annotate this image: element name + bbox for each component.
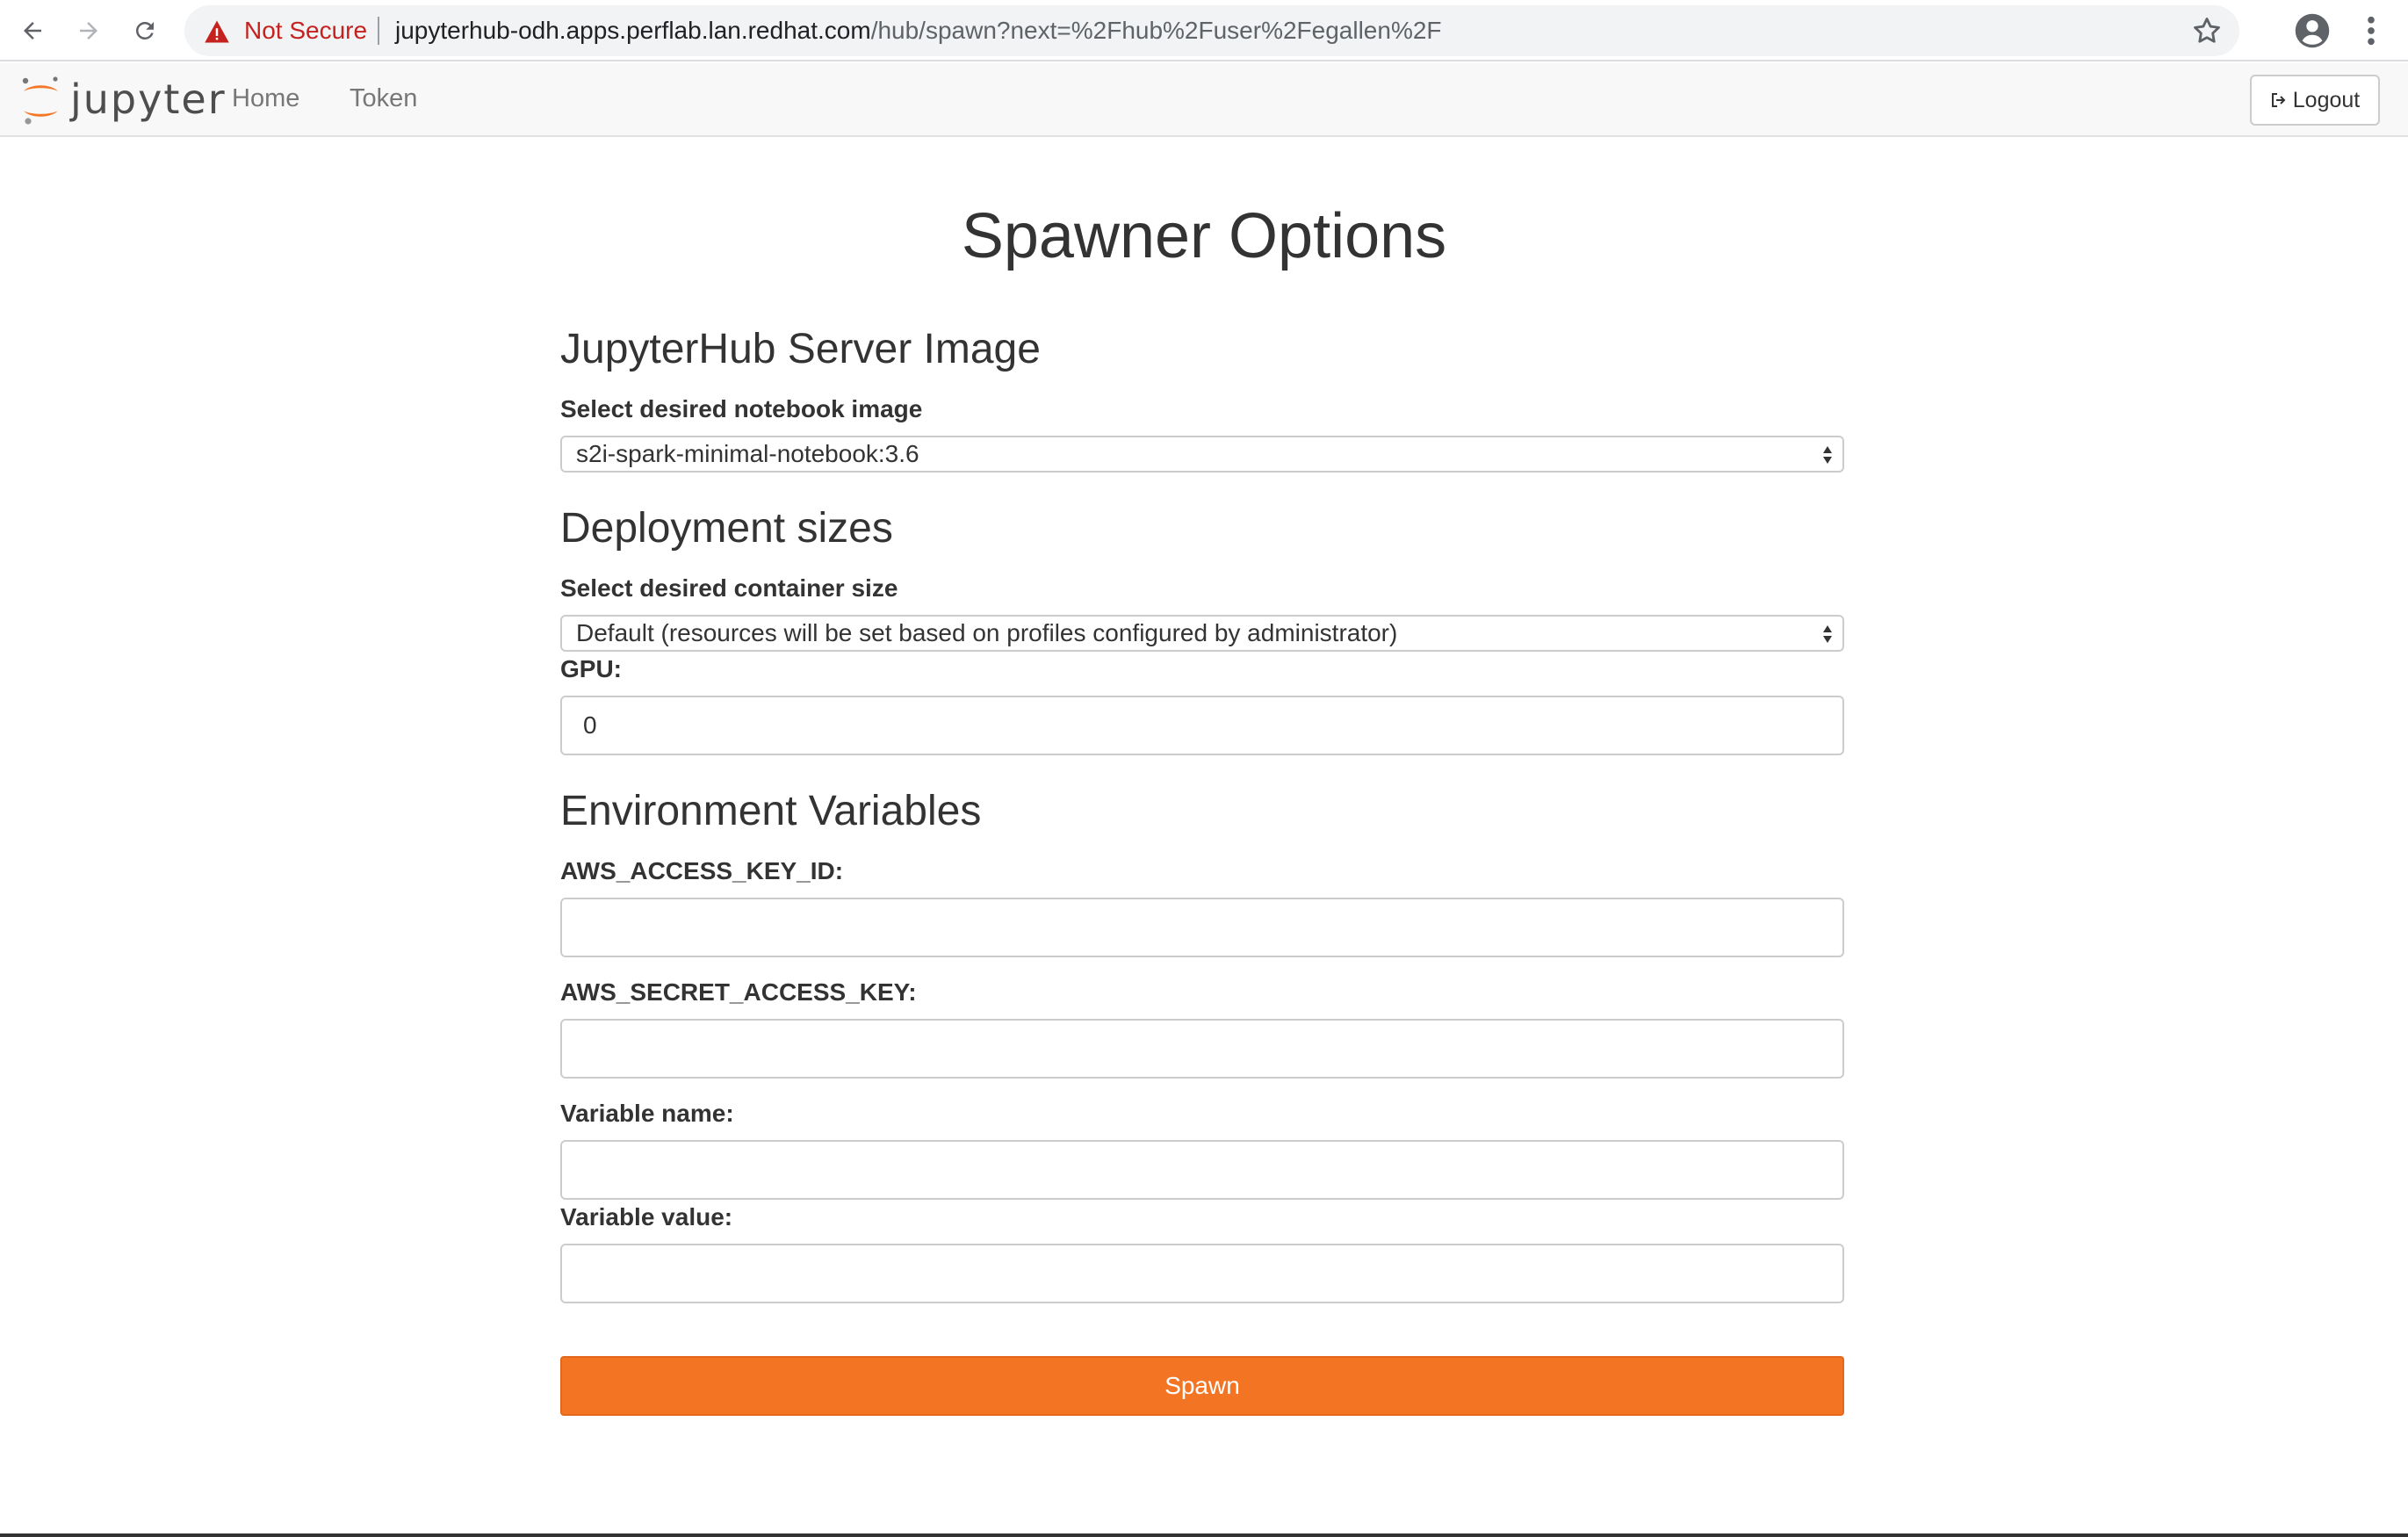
- notebook-image-select[interactable]: s2i-spark-minimal-notebook:3.6: [560, 436, 1844, 473]
- variable-name-label: Variable name:: [560, 1100, 734, 1127]
- container-size-selected: Default (resources will be set based on …: [576, 619, 1398, 646]
- not-secure-label[interactable]: Not Secure: [244, 17, 367, 45]
- container-size-select[interactable]: Default (resources will be set based on …: [560, 615, 1844, 652]
- arrow-right-icon: [80, 22, 97, 40]
- aws-access-key-label: AWS_ACCESS_KEY_ID:: [560, 857, 844, 884]
- sign-out-icon: [2271, 93, 2286, 107]
- profile-avatar-icon[interactable]: [2294, 12, 2331, 49]
- env-variables-heading: Environment Variables: [560, 788, 982, 834]
- jupyterhub-navbar: jupyter Home Token Logout: [0, 63, 2408, 137]
- deployment-sizes-heading: Deployment sizes: [560, 505, 893, 552]
- variable-name-input[interactable]: [560, 1140, 1844, 1200]
- nav-token-link[interactable]: Token: [350, 84, 417, 113]
- gpu-input[interactable]: [560, 696, 1844, 755]
- url-host: jupyterhub-odh.apps.perflab.lan.redhat.c…: [395, 17, 871, 44]
- select-arrows-icon: [1823, 446, 1832, 464]
- container-size-label: Select desired container size: [560, 574, 898, 602]
- reload-icon: [135, 21, 154, 40]
- browser-toolbar: Not Secure jupyterhub-odh.apps.perflab.l…: [0, 0, 2408, 61]
- kebab-menu-icon[interactable]: [2355, 12, 2387, 49]
- jupyter-logo[interactable]: jupyter: [19, 72, 225, 128]
- back-button[interactable]: [12, 11, 53, 51]
- gpu-label: GPU:: [560, 655, 622, 682]
- logout-button[interactable]: Logout: [2250, 75, 2380, 126]
- logout-label: Logout: [2292, 87, 2361, 112]
- forward-button[interactable]: [68, 11, 109, 51]
- aws-secret-key-label: AWS_SECRET_ACCESS_KEY:: [560, 978, 917, 1006]
- variable-value-input[interactable]: [560, 1244, 1844, 1303]
- warning-icon: [205, 20, 229, 43]
- nav-home-link[interactable]: Home: [232, 84, 299, 113]
- omnibox-divider: [378, 17, 379, 45]
- notebook-image-label: Select desired notebook image: [560, 395, 923, 422]
- variable-value-label: Variable value:: [560, 1203, 733, 1230]
- window-bottom-edge: [0, 1533, 2408, 1537]
- notebook-image-selected: s2i-spark-minimal-notebook:3.6: [576, 440, 919, 467]
- aws-access-key-input[interactable]: [560, 898, 1844, 957]
- address-bar[interactable]: Not Secure jupyterhub-odh.apps.perflab.l…: [184, 5, 2239, 56]
- page-title: Spawner Options: [961, 201, 1447, 271]
- spawn-button[interactable]: Spawn: [560, 1356, 1844, 1416]
- bookmark-star-icon[interactable]: [2190, 14, 2224, 47]
- reload-button[interactable]: [125, 11, 165, 51]
- arrow-left-icon: [24, 22, 41, 40]
- select-arrows-icon: [1823, 625, 1832, 643]
- aws-secret-key-input[interactable]: [560, 1019, 1844, 1079]
- jupyter-logo-text: jupyter: [70, 76, 227, 123]
- url-text[interactable]: jupyterhub-odh.apps.perflab.lan.redhat.c…: [395, 17, 1442, 45]
- jupyter-logo-icon: [22, 76, 58, 125]
- server-image-heading: JupyterHub Server Image: [560, 326, 1041, 372]
- url-path: /hub/spawn?next=%2Fhub%2Fuser%2Fegallen%…: [870, 17, 1442, 44]
